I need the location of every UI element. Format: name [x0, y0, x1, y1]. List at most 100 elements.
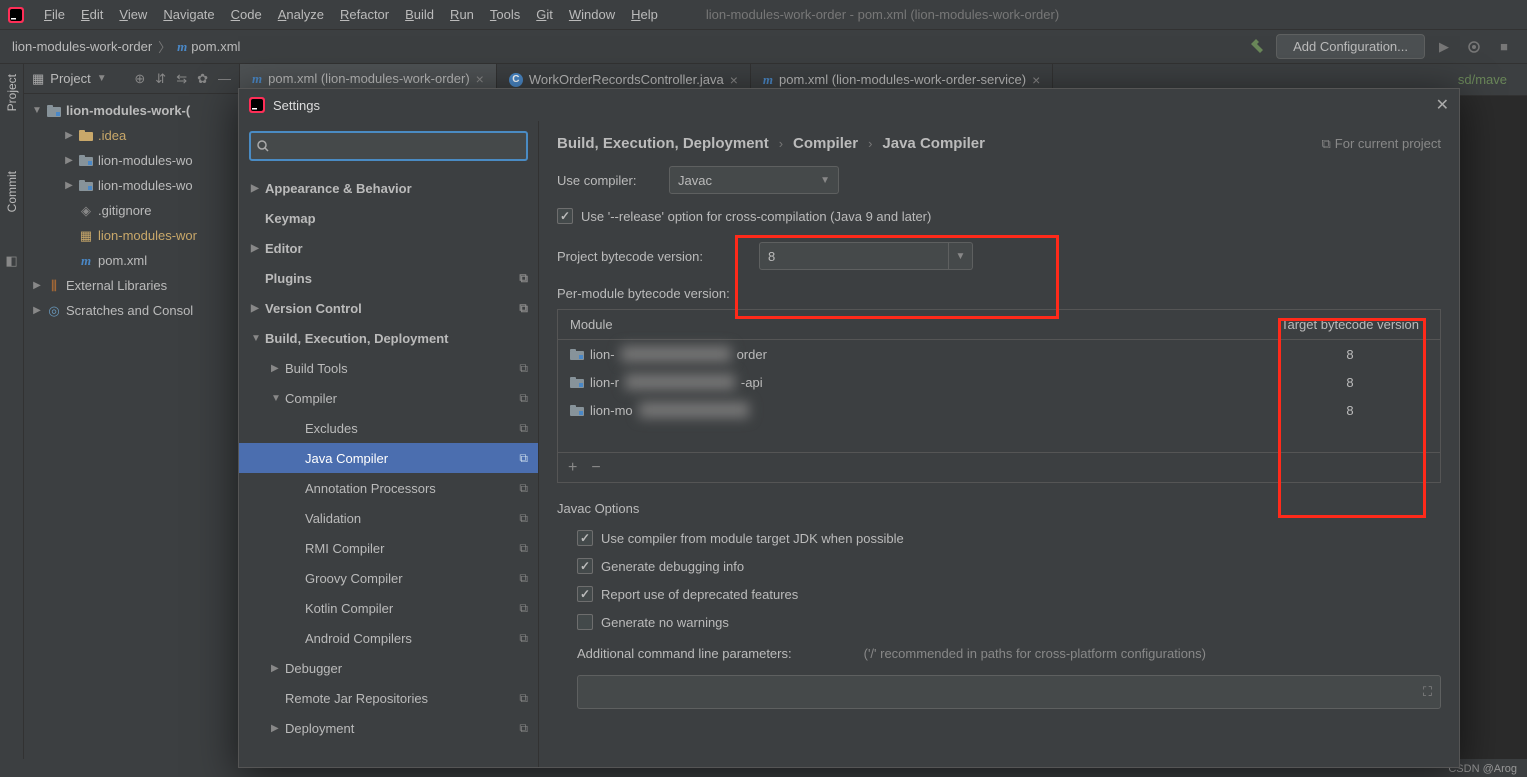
module-name-suffix: -api [741, 375, 763, 390]
window-title: lion-modules-work-order - pom.xml (lion-… [706, 7, 1059, 22]
target-version[interactable]: 8 [1260, 403, 1440, 418]
opt-debug-info-checkbox[interactable] [577, 558, 593, 574]
settings-tree-item[interactable]: ▶Debugger [239, 653, 538, 683]
settings-tree-item[interactable]: Plugins⧉ [239, 263, 538, 293]
stop-icon[interactable]: ■ [1493, 36, 1515, 58]
settings-tree-item[interactable]: ▶Appearance & Behavior [239, 173, 538, 203]
settings-sidebar: ▶Appearance & BehaviorKeymap▶EditorPlugi… [239, 121, 539, 767]
tree-item[interactable]: ▶lion-modules-wo [24, 173, 239, 198]
run-icon[interactable]: ▶ [1433, 36, 1455, 58]
table-row[interactable]: lion-r-api8 [558, 368, 1440, 396]
tree-item[interactable]: mpom.xml [24, 248, 239, 273]
menu-view[interactable]: View [111, 7, 155, 22]
settings-tree-item[interactable]: ▶Editor [239, 233, 538, 263]
menu-window[interactable]: Window [561, 7, 623, 22]
settings-search-input-wrap[interactable] [249, 131, 528, 161]
crumb-file[interactable]: m pom.xml [177, 39, 240, 55]
settings-tree-item[interactable]: ▶Build Tools⧉ [239, 353, 538, 383]
settings-tree-item[interactable]: Annotation Processors⧉ [239, 473, 538, 503]
table-row[interactable]: lion-order8 [558, 340, 1440, 368]
settings-crumb[interactable]: Compiler [793, 135, 858, 152]
target-version[interactable]: 8 [1260, 375, 1440, 390]
menu-run[interactable]: Run [442, 7, 482, 22]
release-option-checkbox[interactable] [557, 208, 573, 224]
settings-tree-item[interactable]: Keymap [239, 203, 538, 233]
debug-icon[interactable] [1463, 36, 1485, 58]
settings-crumb[interactable]: Build, Execution, Deployment [557, 135, 769, 152]
menu-build[interactable]: Build [397, 7, 442, 22]
menu-analyze[interactable]: Analyze [270, 7, 332, 22]
opt-module-jdk-checkbox[interactable] [577, 530, 593, 546]
module-bytecode-table: Module Target bytecode version lion-orde… [557, 309, 1441, 483]
gear-icon[interactable]: ✿ [197, 71, 208, 87]
settings-tree-item[interactable]: Validation⧉ [239, 503, 538, 533]
close-icon[interactable]: × [1032, 72, 1040, 88]
copy-icon: ⧉ [1322, 136, 1331, 152]
target-version[interactable]: 8 [1260, 347, 1440, 362]
bytecode-version-input[interactable]: 8 [759, 242, 949, 270]
settings-tree-item[interactable]: RMI Compiler⧉ [239, 533, 538, 563]
tree-item[interactable]: ◈.gitignore [24, 198, 239, 223]
tree-item[interactable]: ▶.idea [24, 123, 239, 148]
select-opened-icon[interactable]: ⊕ [134, 71, 145, 87]
menu-git[interactable]: Git [528, 7, 561, 22]
opt-no-warnings-checkbox[interactable] [577, 614, 593, 630]
collapse-icon[interactable]: ⇆ [176, 71, 187, 87]
settings-tree-item[interactable]: ▶Version Control⧉ [239, 293, 538, 323]
tree-arrow-icon: ▶ [271, 363, 285, 374]
menu-refactor[interactable]: Refactor [332, 7, 397, 22]
hide-icon[interactable]: — [218, 71, 231, 86]
settings-tree-label: Annotation Processors [305, 481, 519, 496]
settings-tree-item[interactable]: ▼Compiler⧉ [239, 383, 538, 413]
tree-item[interactable]: ▦lion-modules-wor [24, 223, 239, 248]
opt-deprecated-checkbox[interactable] [577, 586, 593, 602]
settings-tree-item[interactable]: ▶Deployment⧉ [239, 713, 538, 743]
add-row-button[interactable]: + [568, 459, 577, 477]
close-icon[interactable]: × [476, 71, 484, 87]
tree-root[interactable]: ▼ lion-modules-work-( [24, 98, 239, 123]
module-icon [46, 103, 62, 119]
tree-external-libs[interactable]: ▶ ⫼ External Libraries [24, 273, 239, 298]
menu-tools[interactable]: Tools [482, 7, 528, 22]
settings-tree-label: Deployment [285, 721, 519, 736]
close-icon[interactable]: × [730, 72, 738, 88]
menu-help[interactable]: Help [623, 7, 666, 22]
hammer-icon[interactable] [1246, 36, 1268, 58]
settings-tree-label: Kotlin Compiler [305, 601, 519, 616]
project-panel-title[interactable]: Project [50, 71, 90, 86]
close-icon[interactable]: ✕ [1436, 95, 1449, 115]
project-tool-tab[interactable]: Project [5, 74, 19, 111]
addl-params-input[interactable]: ⛶ [577, 675, 1441, 709]
expand-icon[interactable]: ⇵ [155, 71, 166, 87]
commit-tool-tab[interactable]: Commit [5, 171, 19, 212]
per-project-icon: ⧉ [519, 571, 528, 586]
settings-tree-item[interactable]: Android Compilers⧉ [239, 623, 538, 653]
tree-scratches[interactable]: ▶ ◎ Scratches and Consol [24, 298, 239, 323]
settings-tree-item[interactable]: Java Compiler⧉ [239, 443, 538, 473]
settings-search-input[interactable] [273, 139, 520, 154]
bytecode-version-dropdown[interactable]: ▼ [949, 242, 973, 270]
table-row[interactable]: lion-mo8 [558, 396, 1440, 424]
chevron-down-icon[interactable]: ▼ [97, 73, 107, 84]
menu-navigate[interactable]: Navigate [155, 7, 222, 22]
use-compiler-combo[interactable]: Javac ▼ [669, 166, 839, 194]
settings-tree-item[interactable]: ▼Build, Execution, Deployment [239, 323, 538, 353]
maven-icon: m [252, 71, 262, 87]
menu-edit[interactable]: Edit [73, 7, 111, 22]
tree-item[interactable]: ▶lion-modules-wo [24, 148, 239, 173]
settings-tree-label: Excludes [305, 421, 519, 436]
settings-tree-item[interactable]: Remote Jar Repositories⧉ [239, 683, 538, 713]
per-project-icon: ⧉ [519, 541, 528, 556]
menu-code[interactable]: Code [223, 7, 270, 22]
remove-row-button[interactable]: − [591, 459, 600, 477]
settings-tree-item[interactable]: Groovy Compiler⧉ [239, 563, 538, 593]
add-configuration-button[interactable]: Add Configuration... [1276, 34, 1425, 59]
settings-tree-item[interactable]: Excludes⧉ [239, 413, 538, 443]
settings-tree-item[interactable]: Kotlin Compiler⧉ [239, 593, 538, 623]
per-project-icon: ⧉ [519, 361, 528, 376]
settings-tree-label: RMI Compiler [305, 541, 519, 556]
bookmark-icon[interactable]: ◧ [5, 253, 17, 269]
crumb-project[interactable]: lion-modules-work-order [12, 39, 152, 54]
expand-icon[interactable]: ⛶ [1423, 684, 1432, 700]
menu-file[interactable]: File [36, 7, 73, 22]
